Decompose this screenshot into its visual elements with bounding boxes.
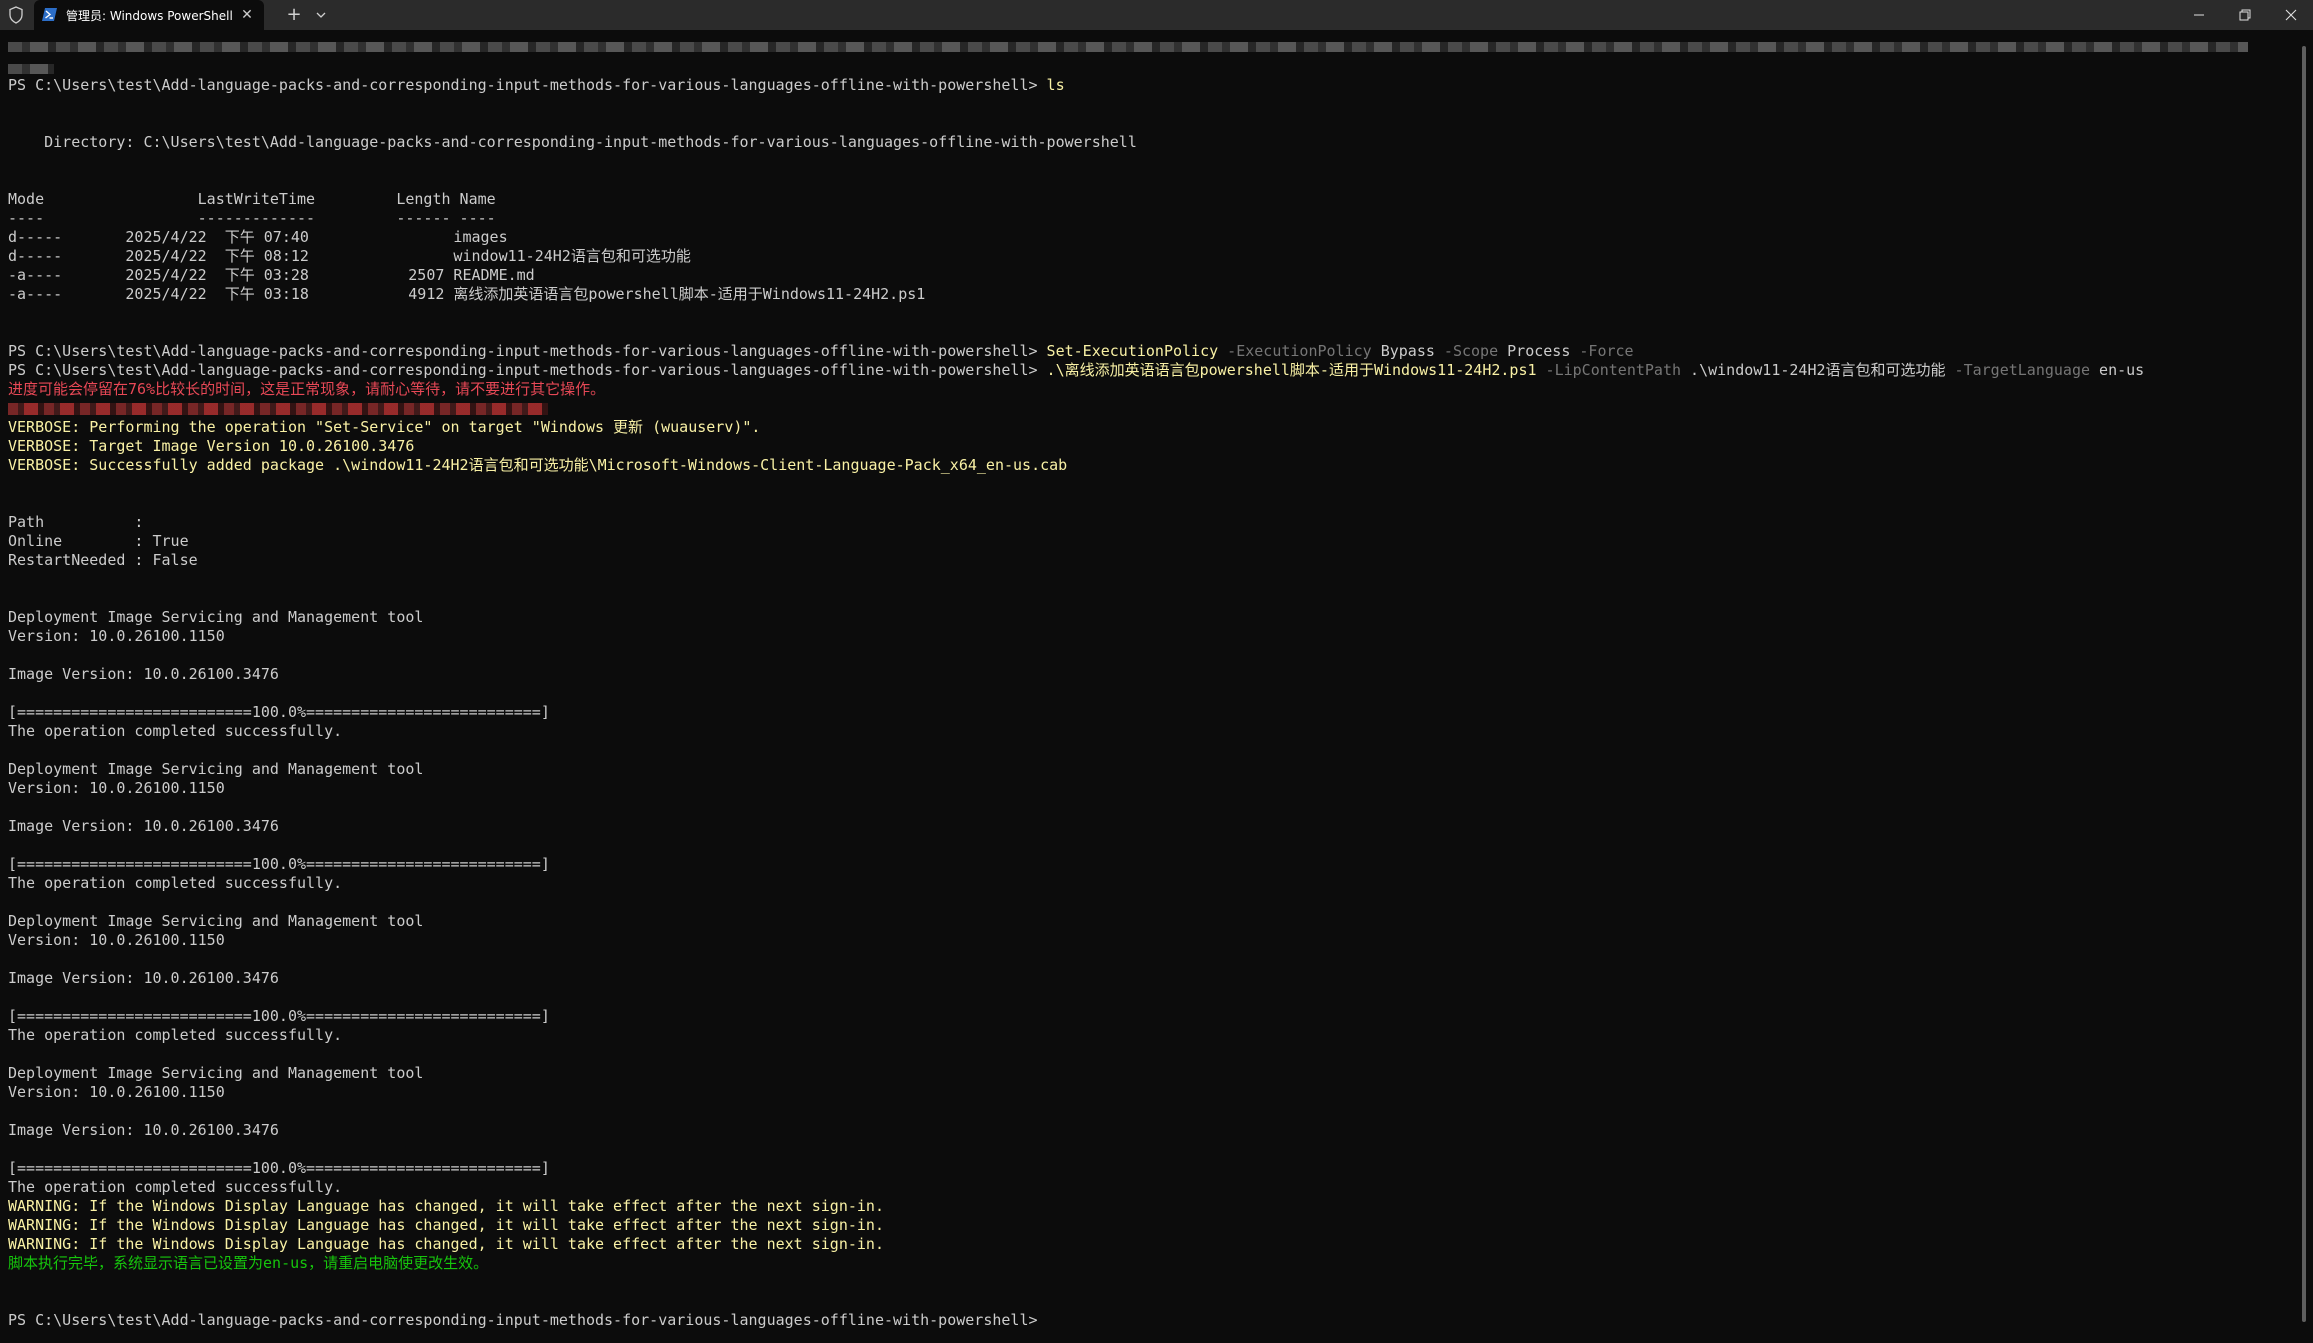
argument: Bypass [1371,342,1435,360]
redacted-line [8,42,2248,52]
verbose-line: VERBOSE: Target Image Version 10.0.26100… [8,437,415,455]
argument: .\window11-24H2语言包和可选功能 [1681,361,1946,379]
dism-image-version: Image Version: 10.0.26100.3476 [8,665,279,683]
powershell-icon [42,8,57,21]
dism-version: Version: 10.0.26100.1150 [8,627,225,645]
command-name: Set-ExecutionPolicy [1046,342,1219,360]
prompt-line: PS C:\Users\test\Add-language-packs-and-… [8,361,2144,380]
warning-line: WARNING: If the Windows Display Language… [8,1235,884,1253]
command-name: .\离线添加英语语言包powershell脚本-适用于Windows11-24H… [1046,361,1537,379]
dism-tool: Deployment Image Servicing and Managemen… [8,608,424,626]
dism-image-version: Image Version: 10.0.26100.3476 [8,1121,279,1139]
dism-tool: Deployment Image Servicing and Managemen… [8,912,424,930]
scrollbar[interactable] [2302,46,2306,1322]
parameter: -Force [1570,342,1634,360]
listing-row: -a---- 2025/4/22 下午 03:28 2507 README.md [8,266,535,284]
listing-row: d----- 2025/4/22 下午 08:12 window11-24H2语… [8,247,691,265]
restore-icon[interactable] [2222,0,2268,30]
argument: en-us [2090,361,2145,379]
listing-row: d----- 2025/4/22 下午 07:40 images [8,228,508,246]
progress-note: 进度可能会停留在76%比较长的时间，这是正常现象，请耐心等待，请不要进行其它操作… [8,380,606,398]
terminal-output[interactable]: PS C:\Users\test\Add-language-packs-and-… [0,30,2296,1343]
prompt-line: PS C:\Users\test\Add-language-packs-and-… [8,342,1634,361]
tab-close-icon[interactable]: ✕ [238,6,256,24]
tab-powershell[interactable]: 管理员: Windows PowerShell ✕ [34,0,264,30]
result-restart: RestartNeeded : False [8,551,198,569]
new-tab-button[interactable]: + [283,4,305,26]
redacted-line [8,64,54,74]
chevron-down-icon[interactable] [312,5,330,25]
title-bar: 管理员: Windows PowerShell ✕ + [0,0,2313,30]
dism-version: Version: 10.0.26100.1150 [8,931,225,949]
dism-completed: The operation completed successfully. [8,1178,343,1196]
dism-tool: Deployment Image Servicing and Managemen… [8,760,424,778]
warning-line: WARNING: If the Windows Display Language… [8,1197,884,1215]
verbose-line: VERBOSE: Performing the operation "Set-S… [8,418,761,436]
dism-version: Version: 10.0.26100.1150 [8,779,225,797]
powershell-window: 管理员: Windows PowerShell ✕ + PS C:\Users\… [0,0,2313,1343]
parameter: -LipContentPath [1536,361,1682,379]
final-message: 脚本执行完毕，系统显示语言已设置为en-us，请重启电脑使更改生效。 [8,1254,489,1272]
listing-separator: ---- ------------- ------ ---- [8,209,496,227]
prompt: PS C:\Users\test\Add-language-packs-and-… [8,342,1047,360]
close-icon[interactable] [2268,0,2313,30]
result-path: Path : [8,513,144,531]
shield-icon [9,6,23,24]
dism-image-version: Image Version: 10.0.26100.3476 [8,817,279,835]
prompt: PS C:\Users\test\Add-language-packs-and-… [8,76,1047,94]
parameter: -TargetLanguage [1945,361,2091,379]
minimize-icon[interactable] [2176,0,2222,30]
dism-progress: [==========================100.0%=======… [8,1007,550,1025]
prompt-line[interactable]: PS C:\Users\test\Add-language-packs-and-… [8,1311,1047,1330]
parameter: -ExecutionPolicy [1218,342,1372,360]
dism-image-version: Image Version: 10.0.26100.3476 [8,969,279,987]
redacted-line [8,403,548,415]
dism-version: Version: 10.0.26100.1150 [8,1083,225,1101]
dism-completed: The operation completed successfully. [8,874,343,892]
tab-title: 管理员: Windows PowerShell [66,9,233,23]
listing-row: -a---- 2025/4/22 下午 03:18 4912 离线添加英语语言包… [8,285,926,303]
warning-line: WARNING: If the Windows Display Language… [8,1216,884,1234]
prompt-line: PS C:\Users\test\Add-language-packs-and-… [8,76,1065,95]
dism-progress: [==========================100.0%=======… [8,855,550,873]
command-ls: ls [1046,76,1065,94]
prompt: PS C:\Users\test\Add-language-packs-and-… [8,1311,1047,1329]
parameter: -Scope [1434,342,1499,360]
prompt: PS C:\Users\test\Add-language-packs-and-… [8,361,1047,379]
directory-line: Directory: C:\Users\test\Add-language-pa… [8,133,1137,151]
listing-header: Mode LastWriteTime Length Name [8,190,496,208]
dism-tool: Deployment Image Servicing and Managemen… [8,1064,424,1082]
result-online: Online : True [8,532,189,550]
verbose-line: VERBOSE: Successfully added package .\wi… [8,456,1068,474]
argument: Process [1498,342,1571,360]
dism-progress: [==========================100.0%=======… [8,703,550,721]
dism-completed: The operation completed successfully. [8,722,343,740]
dism-progress: [==========================100.0%=======… [8,1159,550,1177]
dism-completed: The operation completed successfully. [8,1026,343,1044]
